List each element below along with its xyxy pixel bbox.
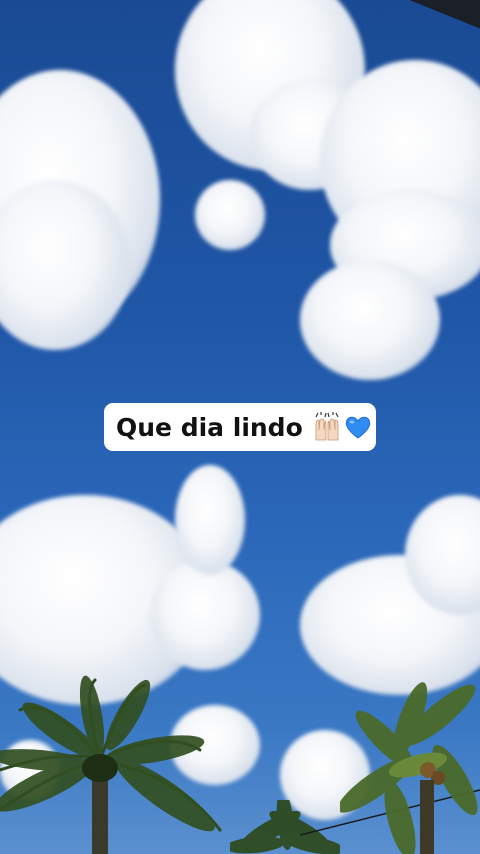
cloud [195, 180, 265, 250]
blue-heart-icon [344, 413, 372, 441]
palm-tree-right [340, 682, 478, 854]
cloud [175, 465, 245, 575]
caption-text: Que dia lindo [116, 412, 303, 442]
cloud [150, 560, 260, 670]
raising-hands-icon [313, 412, 341, 442]
cloud [300, 260, 440, 380]
sky-photo: Que dia lindo [0, 0, 480, 854]
caption-sticker: Que dia lindo [104, 403, 376, 451]
palm-tree-left [0, 675, 222, 854]
